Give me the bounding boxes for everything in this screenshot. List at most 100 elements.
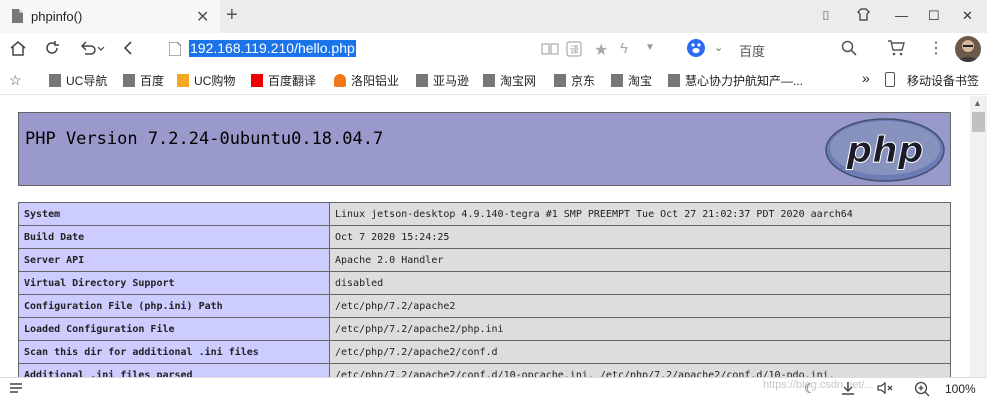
bookmark-uc-nav[interactable]: UC导航 [49,72,107,89]
bookmark-label: 百度 [140,74,165,88]
svg-text:译: 译 [570,45,579,55]
zoom-level[interactable]: 100% [945,382,976,396]
night-mode-icon[interactable]: ☾ [804,381,816,397]
bookmark-baidu-translate[interactable]: 百度翻译 [251,72,316,89]
info-key: System [18,202,330,226]
bookmark-file-icon [611,74,623,87]
close-window-button[interactable]: ✕ [962,8,973,24]
info-value: Apache 2.0 Handler [329,248,951,272]
search-icon[interactable] [841,40,857,59]
info-value: Linux jetson-desktop 4.9.140-tegra #1 SM… [329,202,951,226]
reader-icon[interactable] [541,42,559,59]
info-row: Build Date Oct 7 2020 15:24:25 [18,225,951,249]
bookmark-ip-protection[interactable]: 慧心协力护航知产—... [668,72,803,89]
download-icon[interactable] [841,381,855,398]
bookmark-label: 洛阳铝业 [351,74,400,88]
more-menu-icon[interactable]: ⋮ [928,38,944,58]
info-table: System Linux jetson-desktop 4.9.140-tegra… [18,202,951,377]
bookmark-file-icon [416,74,428,87]
info-row: Virtual Directory Support disabled [18,271,951,295]
info-key: Virtual Directory Support [18,271,330,295]
info-value: /etc/php/7.2/apache2 [329,294,951,318]
bookmark-label: 淘宝网 [500,74,537,88]
page-content: PHP Version 7.2.24-0ubuntu0.18.04.7 php … [0,96,987,377]
info-key: Additional .ini files parsed [18,363,330,377]
bookmark-file-icon [49,74,61,87]
bookmark-file-icon [668,74,680,87]
reader-mode-icon[interactable]: ⌷ [822,8,830,24]
maximize-button[interactable]: ☐ [928,8,940,24]
sidebar-menu-icon[interactable] [9,381,23,398]
bookmark-uc-shopping[interactable]: UC购物 [177,72,235,89]
bookmark-label: 百度翻译 [268,74,317,88]
bookmark-star-icon[interactable]: ☆ [9,72,22,89]
home-icon[interactable] [9,40,27,61]
back-icon[interactable] [122,40,134,61]
reload-icon[interactable] [44,40,60,61]
translate-icon[interactable]: 译 [566,41,582,60]
bookmark-taobao[interactable]: 淘宝 [611,72,652,89]
info-key: Loaded Configuration File [18,317,330,341]
info-row: Loaded Configuration File/etc/php/7.2/ap… [18,317,951,341]
info-key: Scan this dir for additional .ini files [18,340,330,364]
bookmark-jd[interactable]: 京东 [554,72,595,89]
scroll-up-arrow-icon[interactable]: ▲ [973,98,982,108]
info-key: Build Date [18,225,330,249]
info-row: Scan this dir for additional .ini files /… [18,340,951,364]
skin-icon[interactable] [857,8,870,24]
info-row: Additional .ini files parsed/etc/php/7.2… [18,363,951,377]
info-row: System Linux jetson-desktop 4.9.140-tegra… [18,202,951,226]
avatar[interactable] [955,36,981,62]
php-logo-text: php [845,130,923,171]
php-version-title: PHP Version 7.2.24-0ubuntu0.18.04.7 [25,129,384,149]
url-text[interactable]: 192.168.119.210/hello.php [189,40,356,57]
info-row: Configuration File (php.ini) Path/etc/ph… [18,294,951,318]
document-icon [12,9,23,23]
cart-icon[interactable] [887,40,905,59]
undo-icon[interactable] [79,40,105,61]
info-value: /etc/php/7.2/apache2/php.ini [329,317,951,341]
bookmark-luoyang[interactable]: 洛阳铝业 [334,72,399,89]
search-box[interactable] [680,36,866,62]
bookmark-label: UC导航 [66,74,108,88]
bookmark-label: 慧心协力护航知产—... [685,74,804,88]
bookmark-baidu[interactable]: 百度 [123,72,164,89]
mobile-bookmarks[interactable]: 移动设备书签 [885,72,979,89]
tab-close-icon[interactable]: ✕ [196,7,209,27]
fire-icon [334,74,346,87]
info-key: Server API [18,248,330,272]
zoom-in-icon[interactable] [914,381,930,400]
bookmark-label: 京东 [571,74,596,88]
bookmarks-overflow-icon[interactable]: » [862,70,870,86]
bookmark-file-icon [554,74,566,87]
tab-title: phpinfo() [31,9,83,24]
new-tab-icon[interactable]: + [226,4,238,27]
page-info-icon[interactable] [168,41,182,59]
bookmark-file-icon [123,74,135,87]
search-engine-dropdown-icon[interactable]: ⌄ [714,41,723,54]
info-value: Oct 7 2020 15:24:25 [329,225,951,249]
bookmark-amazon[interactable]: 亚马逊 [416,72,469,89]
scrollbar-thumb[interactable] [972,112,985,132]
baidu-translate-icon [251,74,263,87]
lightning-icon[interactable]: ϟ [620,40,628,57]
chevron-down-icon[interactable]: ▼ [645,42,655,53]
bookmark-label: UC购物 [194,74,236,88]
bookmark-label: 淘宝 [628,74,653,88]
favorite-star-icon[interactable]: ★ [594,40,608,60]
vertical-scrollbar[interactable] [970,96,987,377]
info-key: Configuration File (php.ini) Path [18,294,330,318]
php-logo: php [825,118,945,182]
bookmark-taobao-net[interactable]: 淘宝网 [483,72,536,89]
watermark-text: https://blog.csdn.net/... [763,379,874,391]
search-engine-label: 百度 [739,44,766,59]
info-value: /etc/php/7.2/apache2/conf.d/10-opcache.i… [329,363,951,377]
info-value: /etc/php/7.2/apache2/conf.d [329,340,951,364]
info-value: disabled [329,271,951,295]
mute-icon[interactable] [877,381,893,398]
browser-tab[interactable]: phpinfo() ✕ [0,0,220,33]
mobile-device-icon [885,72,895,87]
uc-shopping-icon [177,74,189,87]
php-header: PHP Version 7.2.24-0ubuntu0.18.04.7 php [18,112,951,186]
minimize-button[interactable]: — [895,8,908,23]
